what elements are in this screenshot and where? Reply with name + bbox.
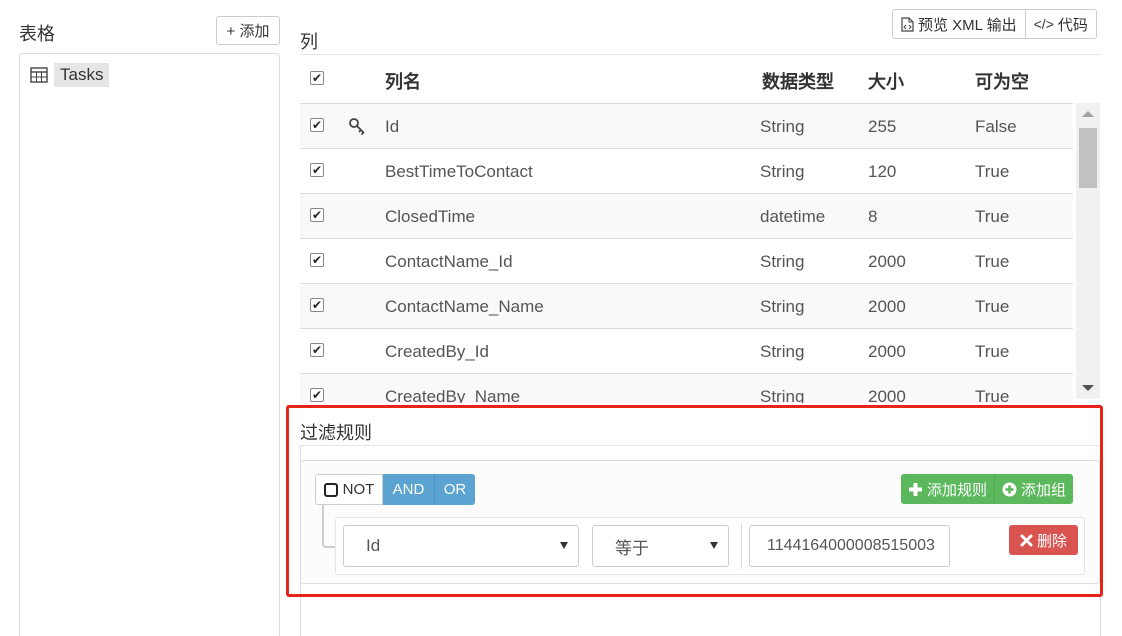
cell-size: 2000 bbox=[868, 296, 906, 316]
cell-nullable: True bbox=[975, 206, 1010, 226]
table-row[interactable]: ✔ ContactName_Name String 2000 True bbox=[300, 284, 1073, 329]
tree-item-tasks[interactable]: Tasks bbox=[30, 62, 110, 88]
header-type: 数据类型 bbox=[762, 71, 834, 92]
scroll-up-arrow-icon[interactable] bbox=[1082, 111, 1094, 117]
table-row[interactable]: ✔ CreatedBy_Id String 2000 True bbox=[300, 329, 1073, 374]
select-all-checkbox[interactable]: ✔ bbox=[310, 71, 324, 85]
code-label: 代码 bbox=[1057, 16, 1088, 34]
cell-size: 120 bbox=[868, 161, 897, 181]
cell-type: datetime bbox=[760, 206, 826, 226]
cell-size: 255 bbox=[868, 116, 897, 136]
table-row[interactable]: ✔ BestTimeToContact String 120 True bbox=[300, 149, 1073, 194]
row-checkbox[interactable]: ✔ bbox=[310, 388, 324, 402]
cell-size: 2000 bbox=[868, 386, 906, 404]
columns-divider bbox=[300, 54, 1101, 55]
table-row[interactable]: ✔ CreatedBy_Name String 2000 True bbox=[300, 374, 1073, 403]
cell-name: CreatedBy_Name bbox=[385, 386, 521, 404]
row-checkbox[interactable]: ✔ bbox=[310, 163, 324, 177]
cell-name: BestTimeToContact bbox=[385, 161, 533, 181]
cell-nullable: True bbox=[975, 161, 1010, 181]
cell-type: String bbox=[760, 296, 805, 316]
header-name: 列名 bbox=[385, 71, 421, 92]
preview-xml-label: 预览 XML 输出 bbox=[918, 16, 1017, 34]
cell-name: Id bbox=[385, 116, 400, 136]
cell-nullable: True bbox=[975, 251, 1010, 271]
add-table-button[interactable]: + 添加 bbox=[216, 16, 280, 45]
columns-grid-body: ✔ Id String 255 False ✔ BestTimeToContac… bbox=[300, 103, 1073, 403]
cell-size: 8 bbox=[868, 206, 878, 226]
row-checkbox[interactable]: ✔ bbox=[310, 343, 324, 357]
cell-nullable: False bbox=[975, 116, 1017, 136]
columns-scrollbar[interactable] bbox=[1076, 103, 1100, 399]
code-button[interactable]: </> 代码 bbox=[1024, 10, 1096, 38]
columns-grid-header: ✔ 列名 数据类型 大小 可为空 bbox=[300, 58, 1101, 103]
tables-title: 表格 bbox=[19, 24, 55, 44]
cell-name: ContactName_Name bbox=[385, 296, 544, 316]
cell-name: CreatedBy_Id bbox=[385, 341, 489, 361]
scroll-thumb[interactable] bbox=[1079, 128, 1097, 188]
row-checkbox[interactable]: ✔ bbox=[310, 253, 324, 267]
cell-size: 2000 bbox=[868, 251, 906, 271]
cell-type: String bbox=[760, 251, 805, 271]
file-code-icon bbox=[901, 16, 914, 32]
cell-nullable: True bbox=[975, 341, 1010, 361]
cell-nullable: True bbox=[975, 296, 1010, 316]
code-icon: </> bbox=[1033, 16, 1054, 32]
header-nullable: 可为空 bbox=[975, 71, 1029, 92]
scroll-down-arrow-icon[interactable] bbox=[1082, 385, 1094, 391]
columns-title: 列 bbox=[300, 32, 318, 52]
cell-size: 2000 bbox=[868, 341, 906, 361]
cell-type: String bbox=[760, 341, 805, 361]
tree-item-label: Tasks bbox=[54, 63, 110, 87]
cell-name: ContactName_Id bbox=[385, 251, 513, 271]
tables-panel: Tasks bbox=[19, 53, 280, 636]
cell-nullable: True bbox=[975, 386, 1010, 404]
key-icon bbox=[349, 118, 365, 135]
table-row[interactable]: ✔ ClosedTime datetime 8 True bbox=[300, 194, 1073, 239]
cell-name: ClosedTime bbox=[385, 206, 476, 226]
row-checkbox[interactable]: ✔ bbox=[310, 208, 324, 222]
cell-type: String bbox=[760, 386, 805, 404]
table-row[interactable]: ✔ ContactName_Id String 2000 True bbox=[300, 239, 1073, 284]
row-checkbox[interactable]: ✔ bbox=[310, 118, 324, 132]
row-checkbox[interactable]: ✔ bbox=[310, 298, 324, 312]
output-toolbar: 预览 XML 输出 </> 代码 bbox=[892, 9, 1097, 39]
cell-type: String bbox=[760, 116, 805, 136]
preview-xml-button[interactable]: 预览 XML 输出 bbox=[893, 10, 1025, 38]
table-row[interactable]: ✔ Id String 255 False bbox=[300, 104, 1073, 149]
cell-type: String bbox=[760, 161, 805, 181]
table-icon bbox=[30, 67, 48, 83]
header-size: 大小 bbox=[868, 71, 904, 92]
highlight-box bbox=[286, 405, 1103, 597]
